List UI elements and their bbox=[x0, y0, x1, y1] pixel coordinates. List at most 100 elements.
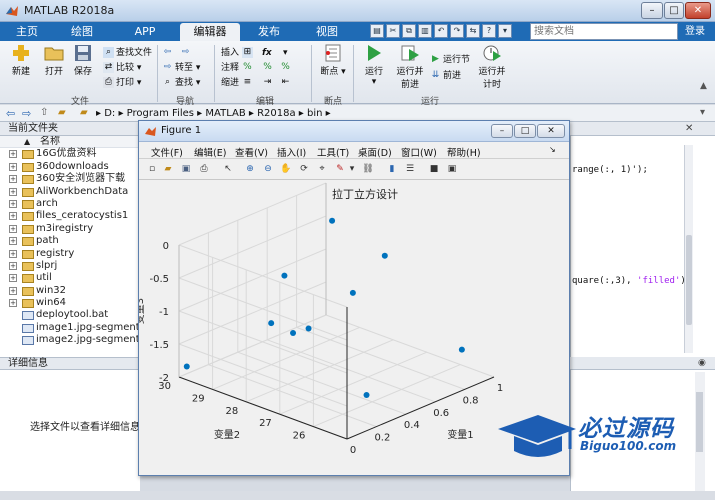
list-item[interactable]: + util bbox=[0, 272, 140, 284]
tab-publish[interactable]: 发布 bbox=[246, 23, 292, 41]
help-icon[interactable]: ? bbox=[482, 24, 496, 38]
list-item[interactable]: + path bbox=[0, 235, 140, 247]
menu-edit[interactable]: 编辑(E) bbox=[194, 145, 226, 159]
expand-icon[interactable]: + bbox=[9, 150, 17, 159]
expand-icon[interactable]: + bbox=[9, 286, 17, 295]
list-item[interactable]: + m3iregistry bbox=[0, 223, 140, 235]
address-dropdown-icon[interactable]: ▾ bbox=[700, 107, 705, 118]
expand-icon[interactable]: + bbox=[9, 299, 17, 308]
list-item[interactable]: + AliWorkbenchData bbox=[0, 186, 140, 198]
link-plot-icon[interactable]: ⛓ bbox=[361, 162, 375, 176]
redo-icon[interactable]: ↷ bbox=[450, 24, 464, 38]
undo-icon[interactable]: ↶ bbox=[434, 24, 448, 38]
print-figure-icon[interactable]: ⎙ bbox=[197, 162, 211, 176]
browse-folder-icon[interactable]: ▰ bbox=[58, 107, 66, 118]
data-cursor-icon[interactable]: ⌖ bbox=[315, 162, 329, 176]
tab-editor[interactable]: 编辑器 bbox=[180, 23, 240, 41]
indent-increase-button[interactable]: ⇥ bbox=[262, 76, 275, 90]
tab-view[interactable]: 视图 bbox=[302, 23, 352, 41]
tab-plots[interactable]: 绘图 bbox=[60, 23, 104, 41]
insert-legend-icon[interactable]: ☰ bbox=[403, 162, 417, 176]
menu-insert[interactable]: 插入(I) bbox=[277, 145, 306, 159]
pan-hand-icon[interactable]: ✋ bbox=[279, 162, 293, 176]
minimize-button[interactable]: – bbox=[641, 2, 663, 19]
panel-menu-icon[interactable]: ◉ bbox=[698, 358, 706, 368]
forward-nav-button[interactable]: ⇨ bbox=[180, 46, 193, 60]
new-figure-icon[interactable]: ▫ bbox=[145, 162, 159, 176]
save-button[interactable]: 保存 bbox=[66, 44, 100, 77]
zoom-out-icon[interactable]: ⊖ bbox=[261, 162, 275, 176]
close-button[interactable]: ✕ bbox=[685, 2, 711, 19]
list-item[interactable]: image2.jpg-segmente... bbox=[0, 334, 140, 346]
run-button[interactable]: 运行 ▾ bbox=[357, 44, 391, 87]
menu-view[interactable]: 查看(V) bbox=[235, 145, 268, 159]
breadcrumb-item[interactable]: MATLAB bbox=[205, 108, 245, 119]
up-folder-icon[interactable]: ⇧ bbox=[40, 107, 48, 118]
copy-icon[interactable]: ⧉ bbox=[402, 24, 416, 38]
menu-window[interactable]: 窗口(W) bbox=[401, 145, 437, 159]
breadcrumb-item[interactable]: Program Files bbox=[127, 108, 194, 119]
expand-icon[interactable]: + bbox=[9, 212, 17, 221]
zoom-in-icon[interactable]: ⊕ bbox=[243, 162, 257, 176]
breadcrumb-item[interactable]: R2018a bbox=[257, 108, 296, 119]
list-item[interactable]: + win64 bbox=[0, 297, 140, 309]
expand-icon[interactable]: + bbox=[9, 175, 17, 184]
collapse-toolstrip-icon[interactable]: ▲ bbox=[700, 81, 707, 91]
figure-title-bar[interactable]: Figure 1 – □ ✕ bbox=[139, 121, 569, 142]
breakpoints-button[interactable]: 断点 ▾ bbox=[316, 44, 350, 77]
compare-button[interactable]: ⇄ 比较 ▾ bbox=[103, 61, 141, 75]
figure-maximize-button[interactable]: □ bbox=[514, 124, 536, 138]
comment-button[interactable]: 注释 % bbox=[221, 61, 255, 75]
list-item[interactable]: image1.jpg-segmente... bbox=[0, 322, 140, 334]
fx-menu-icon[interactable]: ▾ bbox=[283, 46, 288, 60]
open-file-icon[interactable]: ▰ bbox=[161, 162, 175, 176]
switch-windows-icon[interactable]: ⇆ bbox=[466, 24, 480, 38]
pointer-icon[interactable]: ↖ bbox=[221, 162, 235, 176]
back-nav-button[interactable]: ⇦ bbox=[162, 46, 175, 60]
list-item[interactable]: +16G优盘资料 bbox=[0, 148, 140, 160]
maximize-button[interactable]: □ bbox=[664, 2, 684, 19]
pane-close-icon[interactable]: ✕ bbox=[685, 123, 693, 134]
figure-minimize-button[interactable]: – bbox=[491, 124, 513, 138]
insert-button[interactable]: 插入 ⊞ bbox=[221, 46, 255, 60]
run-and-advance-button[interactable]: 运行并 前进 bbox=[392, 44, 428, 90]
brush-dropdown-icon[interactable]: ▾ bbox=[345, 162, 359, 176]
find-button[interactable]: ⌕ 查找 ▾ bbox=[162, 76, 200, 90]
editor-scrollbar[interactable] bbox=[684, 145, 693, 353]
scrollbar-thumb[interactable] bbox=[686, 235, 692, 325]
menu-file[interactable]: 文件(F) bbox=[151, 145, 183, 159]
breadcrumb-item[interactable]: D: bbox=[104, 108, 115, 119]
goto-button[interactable]: ⇨ 转至 ▾ bbox=[162, 61, 201, 75]
forward-arrow-icon[interactable]: ⇨ bbox=[22, 107, 31, 120]
login-button[interactable]: 登录 bbox=[680, 23, 710, 40]
expand-icon[interactable]: + bbox=[9, 237, 17, 246]
list-item[interactable]: + arch bbox=[0, 198, 140, 210]
list-item[interactable]: +360downloads bbox=[0, 161, 140, 173]
show-plot-tools-icon[interactable]: ▣ bbox=[445, 162, 459, 176]
advance-button[interactable]: ⇊ 前进 bbox=[430, 69, 461, 83]
expand-icon[interactable]: + bbox=[9, 274, 17, 283]
menu-tools[interactable]: 工具(T) bbox=[317, 145, 349, 159]
menu-desktop[interactable]: 桌面(D) bbox=[358, 145, 392, 159]
name-column-header[interactable]: ▲ 名称 bbox=[0, 136, 140, 149]
find-files-button[interactable]: ⌕ 查找文件 bbox=[103, 46, 152, 60]
expand-icon[interactable]: + bbox=[9, 249, 17, 258]
list-item[interactable]: deploytool.bat bbox=[0, 309, 140, 321]
expand-icon[interactable]: + bbox=[9, 261, 17, 270]
run-section-button[interactable]: ▶ 运行节 bbox=[430, 53, 470, 67]
expand-icon[interactable]: + bbox=[9, 162, 17, 171]
expand-icon[interactable]: + bbox=[9, 187, 17, 196]
run-and-time-button[interactable]: 运行并 计时 bbox=[474, 44, 510, 90]
cut-icon[interactable]: ✂ bbox=[386, 24, 400, 38]
tab-apps[interactable]: APP bbox=[120, 23, 170, 41]
indent-decrease-button[interactable]: ⇤ bbox=[280, 76, 293, 90]
list-item[interactable]: + slprj bbox=[0, 260, 140, 272]
paste-icon[interactable]: ▥ bbox=[418, 24, 432, 38]
new-button[interactable]: 新建 bbox=[4, 44, 38, 77]
insert-colorbar-icon[interactable]: ▮ bbox=[385, 162, 399, 176]
list-item[interactable]: +360安全浏览器下载 bbox=[0, 173, 140, 185]
list-item[interactable]: + registry bbox=[0, 248, 140, 260]
indent-button[interactable]: 缩进 ≡ bbox=[221, 76, 255, 90]
figure-close-button[interactable]: ✕ bbox=[537, 124, 565, 138]
search-documentation-input[interactable]: 搜索文档 bbox=[530, 23, 678, 40]
